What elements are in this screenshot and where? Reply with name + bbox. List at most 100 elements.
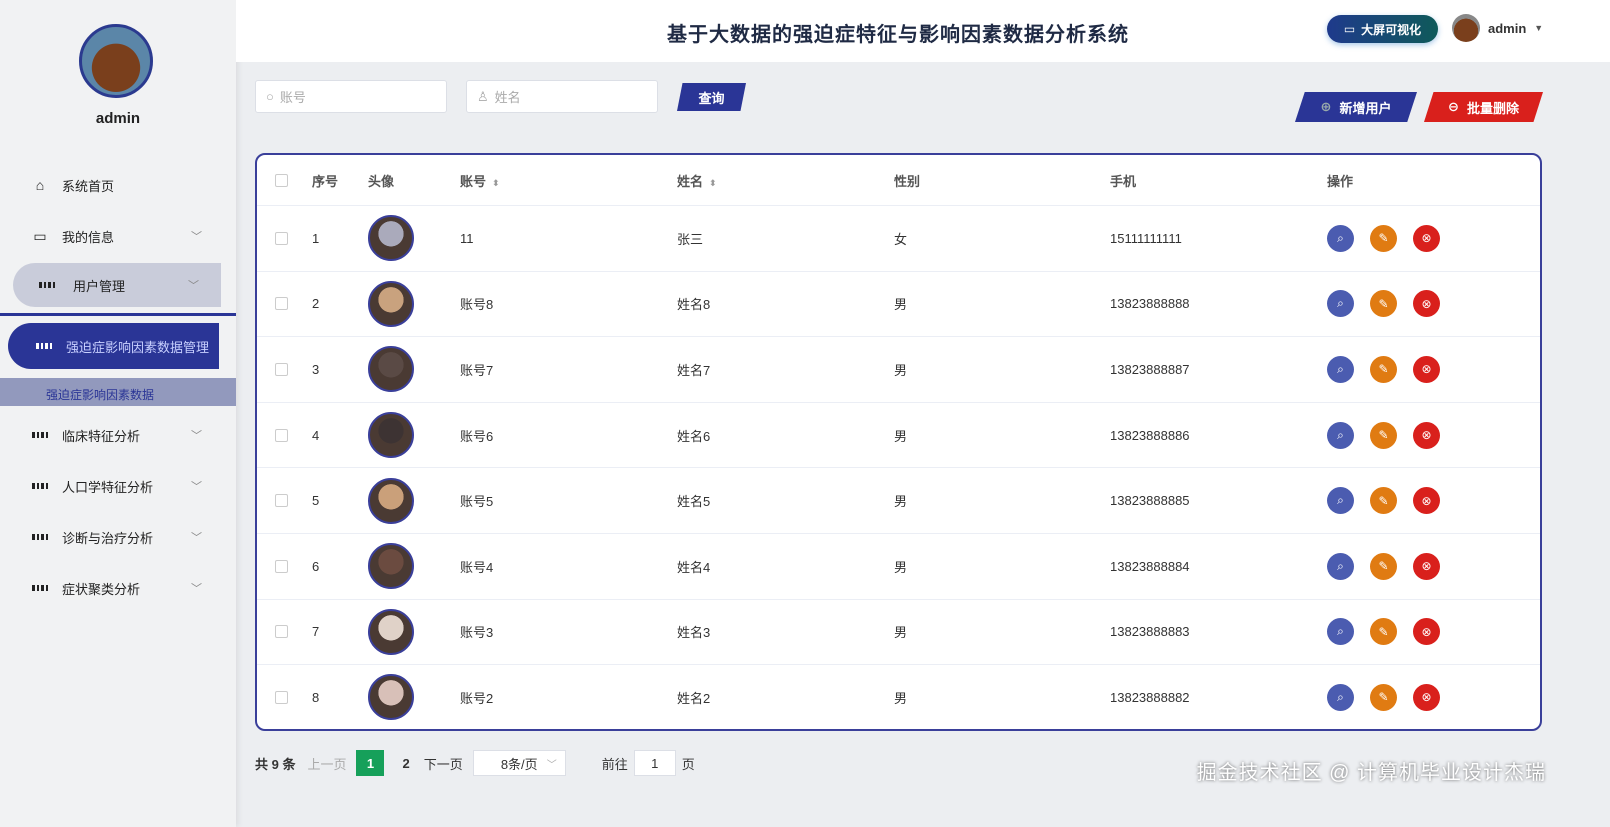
row-checkbox[interactable] (275, 559, 288, 573)
view-button[interactable]: ⌕ (1327, 355, 1354, 383)
prev-page-button[interactable]: 上一页 (307, 754, 346, 773)
edit-button[interactable]: ✎ (1370, 355, 1397, 383)
pencil-icon: ✎ (1378, 624, 1389, 639)
user-table: 序号 头像 账号 ⬍ 姓名 ⬍ 性别 手机 操作 1 11 张三 女 1511111… (255, 153, 1542, 731)
view-button[interactable]: ⌕ (1327, 618, 1354, 646)
row-checkbox[interactable] (275, 297, 288, 311)
user-menu[interactable]: admin ▼ (1452, 14, 1543, 42)
view-button[interactable]: ⌕ (1327, 683, 1354, 711)
view-button[interactable]: ⌕ (1327, 552, 1354, 580)
sidebar-username: admin (95, 110, 141, 127)
sidebar-item-clinical[interactable]: 临床特征分析 ﹀ (0, 413, 236, 457)
chevron-down-icon: ﹀ (191, 231, 202, 243)
total-count: 共 9 条 (255, 756, 296, 772)
divider (0, 313, 236, 316)
batch-delete-button[interactable]: ⊖ 批量删除 (1424, 92, 1543, 122)
col-index: 序号 (312, 173, 339, 189)
sidebar-item-diagnosis[interactable]: 诊断与治疗分析 ﹀ (0, 515, 236, 559)
row-name: 姓名8 (677, 297, 711, 313)
sidebar-subitem-ocd-data[interactable]: 强迫症影响因素数据 (0, 378, 236, 406)
page-2-button[interactable]: 2 (402, 756, 409, 771)
row-phone: 13823888885 (1110, 493, 1190, 509)
col-gender: 性别 (894, 173, 921, 189)
monitor-icon: ▭ (1343, 22, 1356, 36)
row-name: 姓名3 (677, 625, 711, 641)
row-phone: 13823888888 (1110, 296, 1190, 312)
view-button[interactable]: ⌕ (1327, 290, 1354, 318)
delete-button[interactable]: ⊗ (1413, 552, 1440, 580)
pencil-icon: ✎ (1378, 231, 1389, 246)
goto-label: 前往 (601, 756, 628, 772)
view-button[interactable]: ⌕ (1327, 224, 1354, 252)
chevron-down-icon: ﹀ (191, 481, 202, 493)
add-user-button[interactable]: ⊕ 新增用户 (1295, 92, 1417, 122)
pencil-icon: ✎ (1378, 296, 1389, 311)
col-account[interactable]: 账号 ⬍ (460, 171, 500, 190)
edit-button[interactable]: ✎ (1370, 290, 1397, 318)
delete-button[interactable]: ⊗ (1413, 290, 1440, 318)
sidebar-item-user-management[interactable]: 用户管理 ﹀ (13, 263, 221, 307)
user-avatar (368, 674, 414, 721)
pencil-icon: ✎ (1378, 493, 1389, 508)
edit-button[interactable]: ✎ (1370, 618, 1397, 646)
edit-button[interactable]: ✎ (1370, 421, 1397, 449)
table-row: 4 账号6 姓名6 男 13823888886 ⌕ ✎ ⊗ (257, 403, 1540, 469)
row-checkbox[interactable] (275, 494, 288, 508)
delete-button[interactable]: ⊗ (1413, 618, 1440, 646)
goto-page-input[interactable]: 1 (633, 750, 676, 776)
page-1-button[interactable]: 1 (356, 750, 385, 776)
row-index: 4 (312, 427, 320, 443)
delete-button[interactable]: ⊗ (1413, 683, 1440, 711)
menu-label: 强迫症影响因素数据管理 (66, 339, 210, 355)
table-row: 3 账号7 姓名7 男 13823888887 ⌕ ✎ ⊗ (257, 337, 1540, 403)
row-checkbox[interactable] (275, 625, 288, 639)
row-checkbox[interactable] (275, 428, 288, 442)
pencil-icon: ✎ (1378, 559, 1389, 574)
delete-button[interactable]: ⊗ (1413, 224, 1440, 252)
chevron-down-icon: ﹀ (191, 430, 202, 442)
view-button[interactable]: ⌕ (1327, 421, 1354, 449)
account-search-input[interactable]: ○ 账号 (255, 80, 447, 113)
row-checkbox[interactable] (275, 690, 288, 704)
chevron-down-icon: ﹀ (191, 583, 202, 595)
delete-button[interactable]: ⊗ (1413, 421, 1440, 449)
row-checkbox[interactable] (275, 231, 288, 245)
edit-button[interactable]: ✎ (1370, 224, 1397, 252)
close-circle-icon: ⊗ (1421, 362, 1432, 377)
sidebar-item-ocd-data-management[interactable]: 强迫症影响因素数据管理 (8, 323, 219, 369)
sort-icon[interactable]: ⬍ (492, 178, 500, 188)
delete-button[interactable]: ⊗ (1413, 487, 1440, 515)
chevron-down-icon: ﹀ (546, 759, 557, 771)
sort-icon[interactable]: ⬍ (709, 178, 717, 188)
row-checkbox[interactable] (275, 362, 288, 376)
pencil-icon: ✎ (1378, 690, 1389, 705)
avatar (1452, 14, 1480, 42)
edit-button[interactable]: ✎ (1370, 552, 1397, 580)
sidebar-item-home[interactable]: ⌂ 系统首页 (0, 163, 236, 207)
row-index: 6 (312, 558, 320, 574)
name-search-input[interactable]: ♙ 姓名 (466, 80, 658, 113)
sidebar-item-symptom-cluster[interactable]: 症状聚类分析 ﹀ (0, 566, 236, 610)
row-gender: 男 (894, 690, 908, 706)
table-row: 5 账号5 姓名5 男 13823888885 ⌕ ✎ ⊗ (257, 468, 1540, 534)
search-icon: ⌕ (1337, 558, 1344, 573)
user-avatar (368, 280, 414, 327)
view-button[interactable]: ⌕ (1327, 487, 1354, 515)
grid-icon (32, 427, 48, 443)
delete-button[interactable]: ⊗ (1413, 355, 1440, 383)
sidebar-item-demographic[interactable]: 人口学特征分析 ﹀ (0, 464, 236, 508)
query-button[interactable]: 查询 (677, 83, 746, 111)
col-name[interactable]: 姓名 ⬍ (677, 171, 717, 190)
bigscreen-button[interactable]: ▭ 大屏可视化 (1327, 15, 1438, 43)
menu-label: 诊断与治疗分析 (62, 530, 154, 546)
row-phone: 13823888887 (1110, 361, 1190, 377)
next-page-button[interactable]: 下一页 (424, 754, 463, 773)
page-size-select[interactable]: 8条/页 ﹀ (472, 750, 566, 776)
grid-icon (32, 529, 48, 545)
search-icon: ⌕ (1337, 493, 1344, 508)
edit-button[interactable]: ✎ (1370, 487, 1397, 515)
select-all-checkbox[interactable] (275, 173, 288, 187)
sidebar-item-my-info[interactable]: ▭ 我的信息 ﹀ (0, 214, 236, 258)
edit-button[interactable]: ✎ (1370, 683, 1397, 711)
user-avatar (368, 543, 414, 590)
